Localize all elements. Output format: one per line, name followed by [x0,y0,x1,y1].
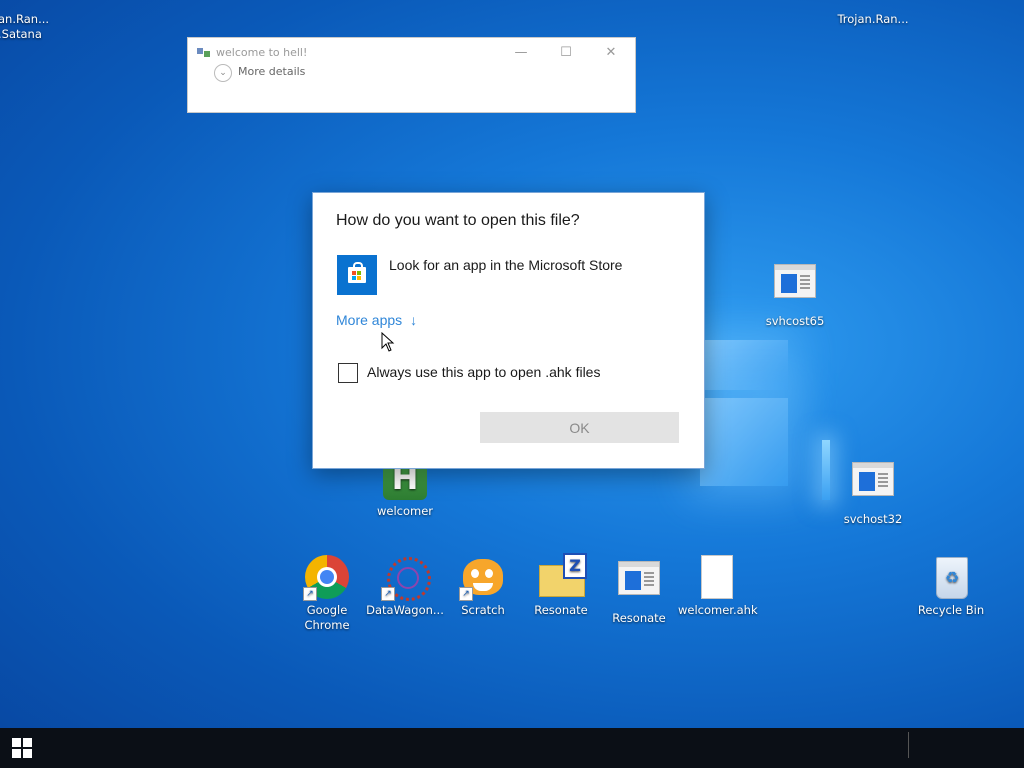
desktop-icon-label: Scratch [461,603,505,617]
app-window-icon [615,561,663,609]
desktop-icon-scratch[interactable]: ↗ Scratch [444,553,522,618]
wallpaper-light-beam [822,440,830,500]
more-apps-label: More apps [336,312,403,328]
desktop-icon-label: Google Chrome [304,603,350,632]
desktop-icon-label: Recycle Bin [917,603,985,617]
desktop-icon-label: Resonate [534,603,588,617]
desktop-icon-welcomer-ahk[interactable]: welcomer.ahk [678,553,758,618]
desktop-icon-label: DataWagon... [366,603,444,617]
desktop-icon-recycle-bin[interactable]: ♻ Recycle Bin [912,553,990,618]
desktop-icon-trojan-left[interactable]: an.Ran... .Satana [0,0,60,42]
desktop-icon-svchost32[interactable]: svchost32 [834,454,912,527]
window-title: welcome to hell! [216,46,308,59]
maximize-button[interactable]: ☐ [543,42,589,66]
minimize-button[interactable]: — [498,42,544,66]
more-apps-link[interactable]: More apps ↓ [336,312,417,328]
zipped-folder-icon: Z [537,553,587,601]
dialog-heading: How do you want to open this file? [336,212,580,229]
desktop-icon-resonate-folder[interactable]: Z Resonate [522,553,600,618]
desktop-icon-label: an.Ran... .Satana [0,12,50,41]
close-button[interactable]: ✕ [588,42,634,66]
desktop-icon-label: Resonate [612,611,666,625]
desktop-icon-chrome[interactable]: ↗ Google Chrome [288,553,366,633]
desktop-icon-label: svchost32 [843,512,903,526]
always-use-checkbox[interactable] [338,363,358,383]
store-option-label[interactable]: Look for an app in the Microsoft Store [389,257,622,273]
notification-window[interactable]: welcome to hell! — ☐ ✕ ⌄ More details [187,37,636,113]
datawagon-icon: ↗ [381,553,431,601]
start-button-windows-icon[interactable] [12,738,32,758]
show-desktop-divider[interactable] [908,732,909,758]
blank-file-icon [693,553,741,601]
ok-button[interactable]: OK [480,412,679,443]
open-with-dialog[interactable]: How do you want to open this file? Look … [312,192,705,469]
app-window-icon [849,462,897,510]
desktop-icon-label: welcomer [376,504,434,518]
more-details-link[interactable]: More details [238,65,305,78]
scratch-cat-icon: ↗ [459,553,507,601]
desktop-icon-trojan-right[interactable]: Trojan.Ran... [834,0,912,27]
desktop-icon-label: svhcost65 [765,314,825,328]
wallpaper-windows-logo [700,300,830,500]
desktop-icon-datawagon[interactable]: ↗ DataWagon... [366,553,444,618]
always-use-label[interactable]: Always use this app to open .ahk files [367,364,600,380]
chevron-down-icon[interactable]: ⌄ [214,64,232,82]
app-window-icon [771,264,819,312]
shortcut-arrow-icon: ↗ [381,587,395,601]
file-icon [849,0,897,10]
app-title-icon [197,48,210,57]
taskbar [0,728,1024,768]
mouse-pointer-icon [381,332,395,352]
desktop-icon-resonate-app[interactable]: Resonate [600,553,678,626]
microsoft-store-icon[interactable] [337,255,377,295]
shortcut-arrow-icon: ↗ [303,587,317,601]
shortcut-arrow-icon: ↗ [459,587,473,601]
recycle-bin-icon: ♻ [927,553,975,601]
desktop-icon-label: Trojan.Ran... [837,12,909,26]
desktop-icon-svchost65[interactable]: svhcost65 [756,256,834,329]
desktop-icon-label: welcomer.ahk [678,603,758,617]
arrow-down-icon: ↓ [410,312,418,328]
chrome-icon: ↗ [303,553,351,601]
file-icon [0,0,45,10]
